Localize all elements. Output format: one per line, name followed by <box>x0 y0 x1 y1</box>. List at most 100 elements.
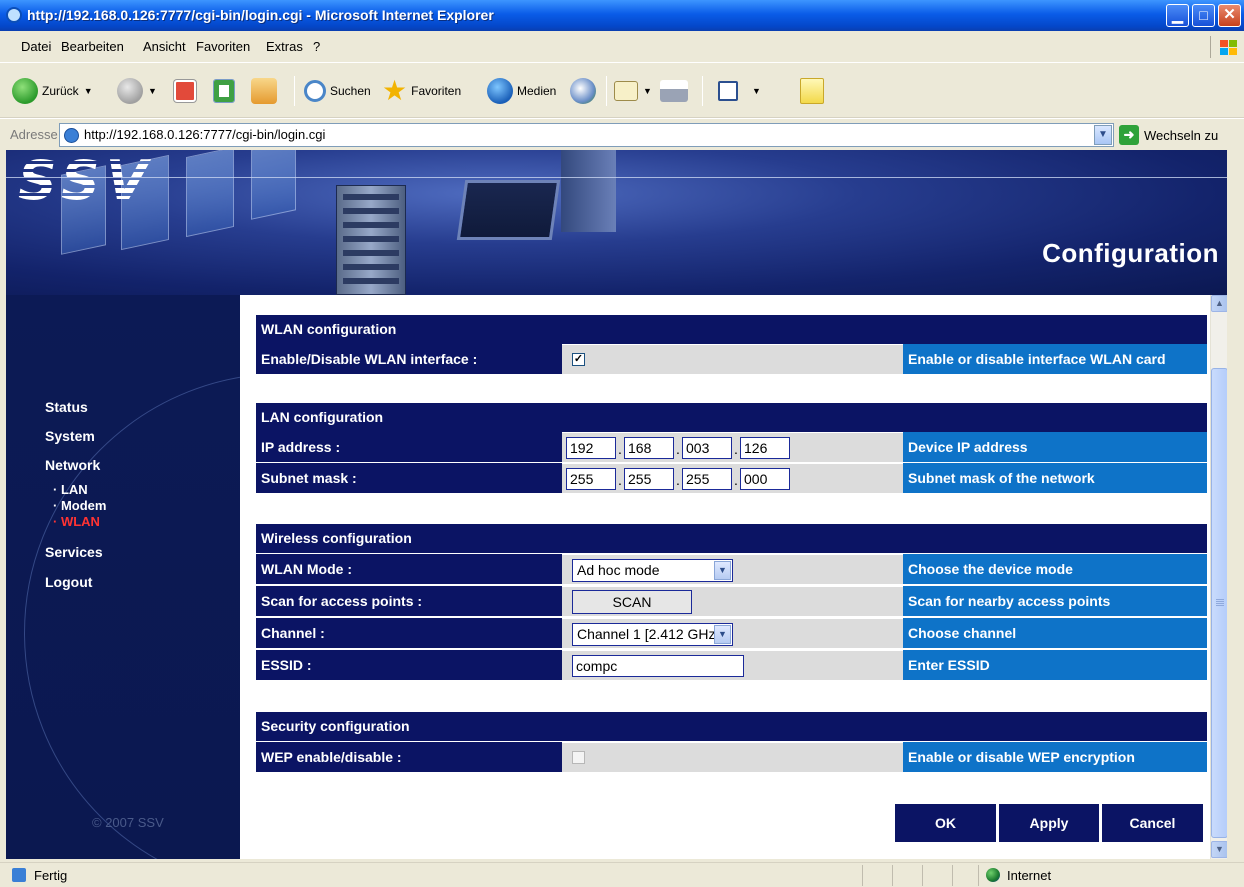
menu-help[interactable]: ? <box>313 39 320 54</box>
row-wep: WEP enable/disable : Enable or disable W… <box>256 742 1207 772</box>
scroll-down-icon[interactable]: ▼ <box>1211 841 1227 858</box>
channel-label: Channel : <box>256 618 562 648</box>
go-button[interactable]: ➜ Wechseln zu <box>1119 123 1218 147</box>
history-button[interactable] <box>570 74 596 108</box>
status-cell <box>892 865 922 886</box>
mask-octet-3[interactable]: 255 <box>682 468 732 490</box>
header-banner: SSV Configuration <box>6 150 1227 295</box>
menu-datei[interactable]: Datei <box>21 39 51 54</box>
home-button[interactable] <box>251 74 277 108</box>
address-input[interactable]: http://192.168.0.126:7777/cgi-bin/login.… <box>59 123 1114 147</box>
menu-extras[interactable]: Extras <box>266 39 303 54</box>
messenger-button[interactable] <box>800 74 824 108</box>
media-button[interactable]: Medien <box>487 74 556 108</box>
menu-ansicht[interactable]: Ansicht <box>143 39 186 54</box>
ok-button[interactable]: OK <box>895 804 996 842</box>
address-dropdown-icon[interactable]: ▼ <box>1094 125 1112 145</box>
ip-separator: . <box>734 441 738 457</box>
nav-modem[interactable]: · Modem <box>53 498 106 513</box>
mask-octet-2[interactable]: 255 <box>624 468 674 490</box>
scrollbar-thumb[interactable] <box>1211 368 1227 838</box>
nav-services[interactable]: Services <box>45 544 103 560</box>
apply-button[interactable]: Apply <box>999 804 1099 842</box>
page-status-icon <box>12 868 26 882</box>
forward-button[interactable]: ▼ <box>117 74 157 108</box>
toolbar-separator <box>702 76 703 106</box>
printer-icon <box>660 80 688 102</box>
channel-value: Channel 1 [2.412 GHz] <box>577 626 720 642</box>
go-label: Wechseln zu <box>1144 127 1219 143</box>
nav-logout[interactable]: Logout <box>45 574 92 590</box>
wlan-enable-checkbox[interactable]: ✓ <box>572 353 585 366</box>
ip-octet-1[interactable]: 192 <box>566 437 616 459</box>
wlan-enable-label: Enable/Disable WLAN interface : <box>256 344 562 374</box>
nav-system[interactable]: System <box>45 428 95 444</box>
minimize-button[interactable]: ▁ <box>1166 4 1189 27</box>
windows-logo-icon <box>1210 36 1238 58</box>
internet-zone-icon <box>986 868 1000 882</box>
close-button[interactable]: ✕ <box>1218 4 1241 27</box>
refresh-button[interactable] <box>213 74 235 108</box>
stop-icon <box>174 80 196 102</box>
essid-hint: Enter ESSID <box>903 650 1207 680</box>
ip-octet-4[interactable]: 126 <box>740 437 790 459</box>
scroll-up-icon[interactable]: ▲ <box>1211 295 1227 312</box>
nav-wlan[interactable]: · WLAN <box>53 514 100 529</box>
row-wlan-enable: Enable/Disable WLAN interface : ✓ Enable… <box>256 344 1207 374</box>
menu-favoriten[interactable]: Favoriten <box>196 39 250 54</box>
ip-octet-2[interactable]: 168 <box>624 437 674 459</box>
channel-cell: Channel 1 [2.412 GHz] ▼ <box>562 618 903 648</box>
back-arrow-icon <box>12 78 38 104</box>
status-cell <box>862 865 892 886</box>
mask-octet-4[interactable]: 000 <box>740 468 790 490</box>
toolbar-separator <box>294 76 295 106</box>
page-title: Configuration <box>1042 238 1219 268</box>
wlan-mode-label: WLAN Mode : <box>256 554 562 584</box>
vertical-scrollbar[interactable]: ▲ ▼ <box>1210 295 1227 859</box>
ie-logo-icon <box>6 7 22 23</box>
maximize-button[interactable]: □ <box>1192 4 1215 27</box>
mail-button[interactable]: ▼ <box>614 74 652 108</box>
wep-hint: Enable or disable WEP encryption <box>903 742 1207 772</box>
address-url: http://192.168.0.126:7777/cgi-bin/login.… <box>84 127 326 142</box>
nav-status[interactable]: Status <box>45 399 88 415</box>
back-button[interactable]: Zurück ▼ <box>12 74 93 108</box>
media-label: Medien <box>517 84 557 98</box>
stop-button[interactable] <box>174 74 196 108</box>
ip-octet-3[interactable]: 003 <box>682 437 732 459</box>
nav-network[interactable]: Network <box>45 457 100 473</box>
refresh-icon <box>213 79 235 103</box>
menu-bearbeiten[interactable]: Bearbeiten <box>61 39 124 54</box>
row-subnet-mask: Subnet mask : 255 . 255 . 255 . 000 Subn… <box>256 463 1207 493</box>
toolbar: Zurück ▼ ▼ Suchen ★ Favoriten Medien ▼ ▼ <box>0 64 1244 118</box>
edit-button[interactable]: ▼ <box>718 74 761 108</box>
print-button[interactable] <box>660 74 688 108</box>
wlan-mode-select[interactable]: Ad hoc mode ▼ <box>572 559 733 582</box>
go-arrow-icon: ➜ <box>1119 125 1139 145</box>
search-button[interactable]: Suchen <box>304 74 371 108</box>
monitor-image <box>456 180 561 240</box>
ip-address-cell: 192 . 168 . 003 . 126 <box>562 432 903 462</box>
scan-button[interactable]: SCAN <box>572 590 692 614</box>
copyright-text: © 2007 SSV <box>92 815 164 830</box>
wep-checkbox[interactable] <box>572 751 585 764</box>
row-essid: ESSID : compc Enter ESSID <box>256 650 1207 680</box>
status-cell <box>922 865 952 886</box>
row-wlan-mode: WLAN Mode : Ad hoc mode ▼ Choose the dev… <box>256 554 1207 584</box>
essid-input[interactable]: compc <box>572 655 744 677</box>
address-bar: Adresse http://192.168.0.126:7777/cgi-bi… <box>0 118 1244 150</box>
favorites-button[interactable]: ★ Favoriten <box>382 74 461 108</box>
note-icon <box>800 78 824 104</box>
mask-separator: . <box>618 472 622 488</box>
nav-lan[interactable]: · LAN <box>53 482 88 497</box>
home-icon <box>251 78 277 104</box>
channel-select[interactable]: Channel 1 [2.412 GHz] ▼ <box>572 623 733 646</box>
wlan-enable-cell: ✓ <box>562 344 903 374</box>
page-viewport: SSV Configuration Status System Network … <box>6 150 1227 859</box>
mask-octet-1[interactable]: 255 <box>566 468 616 490</box>
config-panel: WLAN configuration Enable/Disable WLAN i… <box>240 295 1210 859</box>
wep-cell <box>562 742 903 772</box>
mail-icon <box>614 81 638 101</box>
cancel-button[interactable]: Cancel <box>1102 804 1203 842</box>
status-bar: Fertig Internet <box>0 862 1244 887</box>
